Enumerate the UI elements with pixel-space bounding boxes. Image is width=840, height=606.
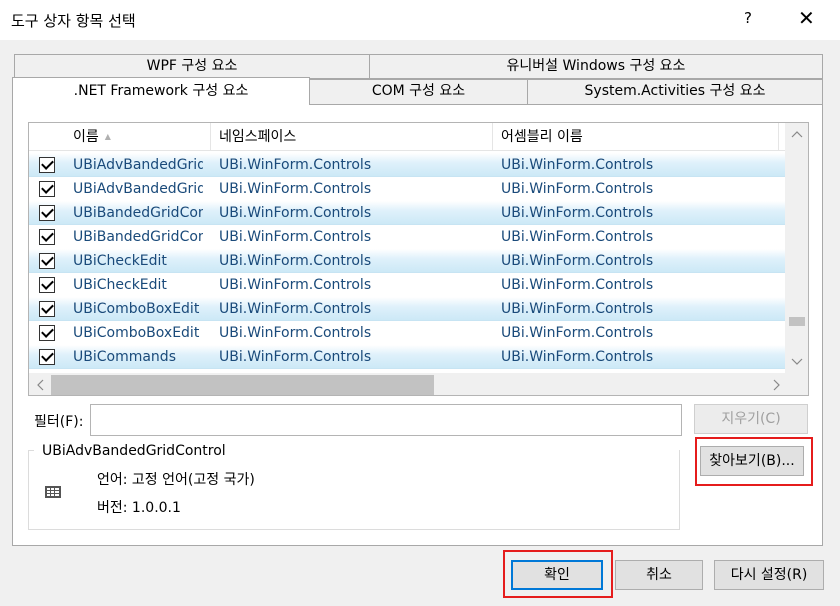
- table-row[interactable]: UBiCheckEdit UBi.WinForm.Controls UBi.WinF…: [29, 249, 785, 273]
- tab-wpf[interactable]: WPF 구성 요소: [14, 54, 370, 79]
- name-cell: UBiCheckEdit: [73, 253, 167, 269]
- reset-button[interactable]: 다시 설정(R): [714, 560, 824, 590]
- tab-universal-windows[interactable]: 유니버설 Windows 구성 요소: [369, 54, 823, 79]
- name-cell: UBiComboBoxEdit: [73, 325, 200, 341]
- name-cell: UBiCommands: [73, 349, 176, 365]
- group-border: [28, 450, 34, 451]
- row-checkbox[interactable]: [39, 181, 55, 197]
- cancel-button[interactable]: 취소: [615, 560, 703, 590]
- assembly-cell: UBi.WinForm.Controls: [501, 157, 654, 173]
- info-group: [28, 450, 680, 530]
- namespace-cell: UBi.WinForm.Controls: [219, 349, 372, 365]
- close-button[interactable]: ✕: [798, 6, 815, 30]
- vertical-scrollbar[interactable]: [785, 123, 808, 373]
- component-icon: [44, 484, 64, 504]
- table-row[interactable]: UBiAdvBandedGrid UBi.WinForm.Controls UBi.…: [29, 177, 785, 201]
- name-cell: UBiAdvBandedGrid: [73, 157, 203, 173]
- namespace-cell: UBi.WinForm.Controls: [219, 301, 372, 317]
- table-row[interactable]: UBiAdvBandedGrid UBi.WinForm.Controls UBi.…: [29, 153, 785, 177]
- row-checkbox[interactable]: [39, 229, 55, 245]
- tab-net-framework[interactable]: .NET Framework 구성 요소: [12, 77, 310, 105]
- cancel-button-label: 취소: [646, 567, 672, 583]
- filter-label: 필터(F):: [34, 414, 84, 430]
- table-row[interactable]: UBiCommands UBi.WinForm.Controls UBi.WinFo…: [29, 345, 785, 369]
- name-cell: UBiComboBoxEdit: [73, 301, 200, 317]
- namespace-cell: UBi.WinForm.Controls: [219, 205, 372, 221]
- horizontal-scrollbar[interactable]: [29, 373, 785, 395]
- assembly-cell: UBi.WinForm.Controls: [501, 349, 654, 365]
- assembly-cell: UBi.WinForm.Controls: [501, 181, 654, 197]
- scroll-thumb: [51, 375, 434, 395]
- namespace-cell: UBi.WinForm.Controls: [219, 157, 372, 173]
- clear-button[interactable]: 지우기(C): [694, 404, 808, 434]
- tab-label: WPF 구성 요소: [146, 58, 238, 74]
- scroll-left-icon: [37, 379, 44, 391]
- assembly-cell: UBi.WinForm.Controls: [501, 205, 654, 221]
- tab-label: System.Activities 구성 요소: [584, 83, 766, 99]
- namespace-cell: UBi.WinForm.Controls: [219, 181, 372, 197]
- assembly-cell: UBi.WinForm.Controls: [501, 325, 654, 341]
- name-cell: UBiCheckEdit: [73, 277, 167, 293]
- row-checkbox[interactable]: [39, 349, 55, 365]
- assembly-cell: UBi.WinForm.Controls: [501, 253, 654, 269]
- column-label: 이름: [73, 129, 99, 145]
- scroll-corner: [785, 373, 808, 395]
- scroll-right-icon: [773, 379, 780, 391]
- component-list[interactable]: 이름 ▲ 네임스페이스 어셈블리 이름 UBiAdvBandedGrid UBi.W…: [28, 122, 809, 396]
- filter-input[interactable]: [90, 404, 682, 436]
- namespace-cell: UBi.WinForm.Controls: [219, 253, 372, 269]
- row-checkbox[interactable]: [39, 157, 55, 173]
- scroll-thumb: [789, 317, 805, 326]
- assembly-cell: UBi.WinForm.Controls: [501, 229, 654, 245]
- name-cell: UBiAdvBandedGrid: [73, 181, 203, 197]
- scroll-down-icon: [791, 358, 803, 365]
- version-text: 버전: 1.0.0.1: [97, 500, 181, 516]
- assembly-cell: UBi.WinForm.Controls: [501, 277, 654, 293]
- table-row[interactable]: UBiCheckEdit UBi.WinForm.Controls UBi.WinF…: [29, 273, 785, 297]
- tab-label: COM 구성 요소: [371, 83, 466, 99]
- clear-button-label: 지우기(C): [721, 411, 781, 427]
- hscroll-graphic: [37, 375, 780, 395]
- highlight-box: [695, 437, 813, 486]
- sort-ascending-icon: ▲: [104, 132, 111, 141]
- info-group-title: UBiAdvBandedGridControl: [40, 443, 228, 459]
- namespace-cell: UBi.WinForm.Controls: [219, 229, 372, 245]
- column-label: 어셈블리 이름: [501, 129, 583, 145]
- row-checkbox[interactable]: [39, 301, 55, 317]
- scroll-up-icon: [791, 131, 803, 138]
- column-label: 네임스페이스: [219, 129, 297, 145]
- title-bar: 도구 상자 항목 선택 ? ✕: [0, 0, 840, 40]
- name-cell: UBiBandedGridCon: [73, 229, 203, 245]
- column-header-namespace[interactable]: 네임스페이스: [211, 123, 493, 151]
- row-checkbox[interactable]: [39, 205, 55, 221]
- table-row[interactable]: UBiBandedGridCon UBi.WinForm.Controls UBi.…: [29, 201, 785, 225]
- table-row[interactable]: UBiComboBoxEdit UBi.WinForm.Controls UBi.W…: [29, 321, 785, 345]
- row-checkbox[interactable]: [39, 253, 55, 269]
- tab-label: .NET Framework 구성 요소: [73, 83, 249, 99]
- list-rows: UBiAdvBandedGrid UBi.WinForm.Controls UBi.…: [29, 153, 785, 369]
- column-header-assembly[interactable]: 어셈블리 이름: [493, 123, 779, 151]
- row-checkbox[interactable]: [39, 325, 55, 341]
- window-title: 도구 상자 항목 선택: [11, 12, 136, 30]
- assembly-cell: UBi.WinForm.Controls: [501, 301, 654, 317]
- namespace-cell: UBi.WinForm.Controls: [219, 277, 372, 293]
- tab-label: 유니버설 Windows 구성 요소: [506, 58, 686, 74]
- column-header-name[interactable]: 이름 ▲: [59, 123, 211, 151]
- reset-button-label: 다시 설정(R): [730, 567, 808, 583]
- row-checkbox[interactable]: [39, 277, 55, 293]
- list-header: 이름 ▲ 네임스페이스 어셈블리 이름: [29, 123, 785, 151]
- language-text: 언어: 고정 언어(고정 국가): [97, 472, 255, 488]
- highlight-box: [503, 550, 613, 598]
- tab-com[interactable]: COM 구성 요소: [309, 79, 528, 105]
- name-cell: UBiBandedGridCon: [73, 205, 203, 221]
- namespace-cell: UBi.WinForm.Controls: [219, 325, 372, 341]
- table-row[interactable]: UBiComboBoxEdit UBi.WinForm.Controls UBi.W…: [29, 297, 785, 321]
- vscroll-graphic: [789, 131, 805, 365]
- help-button[interactable]: ?: [744, 9, 752, 27]
- tab-system-activities[interactable]: System.Activities 구성 요소: [527, 79, 823, 105]
- table-row[interactable]: UBiBandedGridCon UBi.WinForm.Controls UBi.…: [29, 225, 785, 249]
